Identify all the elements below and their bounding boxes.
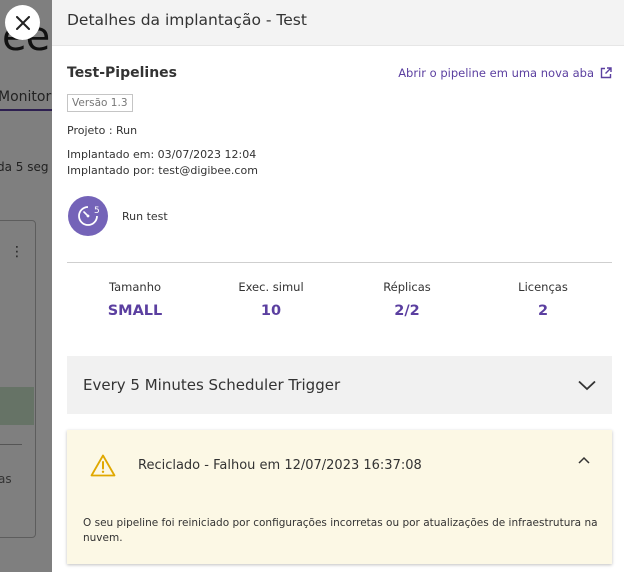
deployment-details-drawer: Detalhes da implantação - Test Test-Pipe… bbox=[52, 0, 624, 572]
run-label: Run test bbox=[122, 210, 168, 223]
deployed-by-text: Implantado por: test@digibee.com bbox=[67, 164, 258, 177]
external-link-icon bbox=[600, 67, 612, 79]
close-icon bbox=[15, 15, 30, 30]
stat-size: Tamanho SMALL bbox=[67, 280, 203, 319]
trigger-accordion[interactable]: Every 5 Minutes Scheduler Trigger bbox=[67, 356, 612, 414]
stat-value: 2/2 bbox=[394, 303, 420, 319]
trigger-label: Every 5 Minutes Scheduler Trigger bbox=[83, 376, 341, 394]
chevron-down-icon[interactable] bbox=[578, 380, 596, 391]
version-badge: Versão 1.3 bbox=[67, 94, 133, 112]
stat-replicas: Réplicas 2/2 bbox=[339, 280, 475, 319]
stat-concurrent-executions: Exec. simul 10 bbox=[203, 280, 339, 319]
stat-value: SMALL bbox=[107, 303, 163, 319]
recycle-alert: Reciclado - Falhou em 12/07/2023 16:37:0… bbox=[67, 430, 612, 564]
project-text: Projeto : Run bbox=[67, 124, 138, 137]
stat-label: Exec. simul bbox=[238, 280, 304, 294]
alert-message: O seu pipeline foi reiniciado por config… bbox=[83, 517, 598, 544]
open-pipeline-link-label: Abrir o pipeline em uma nova aba bbox=[398, 66, 594, 80]
pipeline-name: Test-Pipelines bbox=[67, 65, 177, 81]
stat-label: Réplicas bbox=[383, 280, 431, 294]
stat-value: 10 bbox=[260, 303, 282, 319]
divider bbox=[67, 262, 612, 263]
chevron-up-icon[interactable] bbox=[578, 456, 590, 464]
stat-value: 2 bbox=[537, 303, 549, 319]
close-button[interactable] bbox=[5, 5, 40, 40]
stats-row: Tamanho SMALL Exec. simul 10 Réplicas 2/… bbox=[67, 280, 612, 319]
modal-overlay[interactable] bbox=[0, 0, 52, 572]
alert-header[interactable]: Reciclado - Falhou em 12/07/2023 16:37:0… bbox=[90, 452, 590, 478]
run-avatar: 5 bbox=[68, 196, 108, 236]
deployed-at-text: Implantado em: 03/07/2023 12:04 bbox=[67, 148, 257, 161]
stat-licenses: Licenças 2 bbox=[475, 280, 611, 319]
stat-label: Tamanho bbox=[108, 280, 162, 294]
timer-icon: 5 bbox=[78, 206, 100, 226]
stat-label: Licenças bbox=[518, 280, 568, 294]
alert-title: Reciclado - Falhou em 12/07/2023 16:37:0… bbox=[138, 457, 422, 473]
avatar-badge: 5 bbox=[94, 206, 100, 216]
drawer-title: Detalhes da implantação - Test bbox=[67, 11, 307, 29]
open-pipeline-link[interactable]: Abrir o pipeline em uma nova aba bbox=[398, 66, 612, 80]
drawer-header: Detalhes da implantação - Test bbox=[52, 0, 624, 46]
warning-icon bbox=[90, 454, 116, 476]
